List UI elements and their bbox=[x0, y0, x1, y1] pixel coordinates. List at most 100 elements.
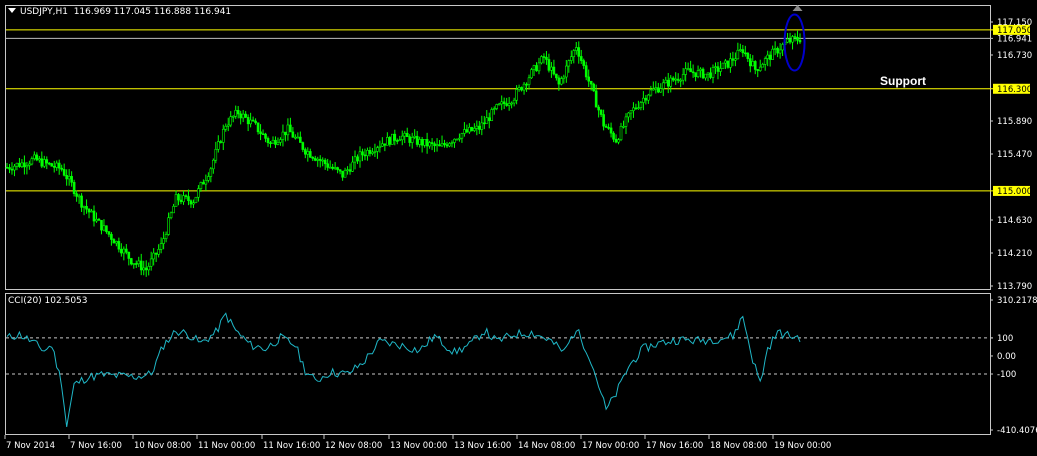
candle-body bbox=[639, 102, 643, 108]
candle-body bbox=[304, 149, 307, 155]
candle-body bbox=[587, 76, 590, 82]
candle-body bbox=[398, 139, 402, 142]
candle-body bbox=[684, 68, 687, 75]
candle-body bbox=[689, 68, 692, 73]
candle-body bbox=[80, 195, 83, 208]
candle-body bbox=[666, 79, 670, 87]
candle-body bbox=[413, 135, 416, 138]
time-axis-label: 13 Nov 00:00 bbox=[390, 441, 447, 451]
support-annotation: Support bbox=[880, 74, 926, 88]
candle-body bbox=[619, 126, 623, 141]
candle-body bbox=[405, 132, 409, 138]
candle-body bbox=[353, 156, 357, 163]
candle-body bbox=[40, 158, 44, 167]
candle-body bbox=[236, 110, 240, 115]
candle-body bbox=[739, 49, 742, 51]
chart-header: USDJPY,H1 116.969 117.045 116.888 116.94… bbox=[8, 7, 231, 17]
candle-body bbox=[102, 225, 106, 231]
candle-body bbox=[192, 202, 195, 205]
candle-body bbox=[530, 69, 533, 79]
candle-body bbox=[57, 162, 61, 169]
candle-body bbox=[313, 158, 317, 161]
candle-body bbox=[256, 122, 260, 133]
candle-body bbox=[420, 139, 424, 146]
candle-body bbox=[622, 126, 625, 128]
candle-body bbox=[336, 167, 339, 170]
candle-body bbox=[428, 142, 431, 147]
candle-body bbox=[154, 252, 158, 255]
candle-body bbox=[408, 136, 412, 143]
candle-body bbox=[786, 38, 789, 43]
candle-body bbox=[348, 169, 352, 172]
candle-body bbox=[33, 154, 36, 159]
triangle-down-icon[interactable] bbox=[8, 8, 16, 13]
candle-body bbox=[597, 106, 600, 111]
candle-body bbox=[584, 65, 588, 78]
candle-body bbox=[540, 56, 543, 64]
candle-body bbox=[30, 158, 34, 165]
candle-body bbox=[788, 38, 792, 43]
candle-body bbox=[502, 101, 506, 104]
candle-body bbox=[18, 162, 21, 167]
candle-body bbox=[361, 151, 364, 156]
level-label: 116.941 bbox=[997, 34, 1032, 44]
candle-body bbox=[490, 109, 494, 121]
candle-body bbox=[771, 48, 774, 60]
candle-body bbox=[381, 143, 384, 147]
candle-body bbox=[515, 89, 518, 101]
candle-body bbox=[167, 217, 170, 235]
candle-body bbox=[768, 54, 772, 60]
candle-body bbox=[162, 238, 165, 244]
candle-body bbox=[97, 218, 101, 221]
candle-body bbox=[311, 156, 315, 159]
candle-body bbox=[629, 110, 633, 114]
candle-body bbox=[495, 104, 499, 109]
candle-body bbox=[443, 143, 446, 145]
candle-body bbox=[734, 58, 737, 61]
candle-body bbox=[669, 77, 673, 87]
time-axis-label: 13 Nov 16:00 bbox=[454, 441, 511, 451]
level-badge-label: 116.300 bbox=[997, 85, 1032, 95]
candle-body bbox=[284, 131, 287, 136]
candle-body bbox=[565, 65, 568, 78]
candle-body bbox=[299, 136, 302, 143]
candle-body bbox=[164, 234, 168, 239]
candle-body bbox=[550, 66, 553, 71]
candle-body bbox=[497, 103, 501, 106]
candle-body bbox=[55, 162, 59, 168]
candle-body bbox=[204, 180, 208, 185]
candle-body bbox=[776, 48, 779, 54]
candle-body bbox=[142, 267, 146, 271]
candle-body bbox=[85, 205, 88, 210]
candle-body bbox=[264, 133, 267, 139]
candle-body bbox=[517, 87, 521, 90]
candle-body bbox=[395, 140, 399, 142]
candle-body bbox=[791, 36, 794, 43]
candle-body bbox=[714, 66, 717, 68]
candle-body bbox=[184, 195, 188, 197]
candle-body bbox=[602, 114, 605, 127]
candle-body bbox=[555, 73, 558, 79]
candle-body bbox=[209, 168, 213, 177]
time-axis-label: 10 Nov 08:00 bbox=[134, 441, 191, 451]
candle-body bbox=[473, 128, 476, 131]
candle-body bbox=[75, 193, 78, 197]
candle-body bbox=[221, 128, 225, 143]
candle-body bbox=[62, 169, 66, 176]
candle-body bbox=[90, 210, 93, 213]
candle-body bbox=[212, 159, 215, 170]
candle-body bbox=[535, 65, 538, 72]
time-axis-label: 11 Nov 16:00 bbox=[263, 441, 320, 451]
candle-body bbox=[729, 58, 732, 68]
candle-body bbox=[95, 218, 98, 222]
candle-body bbox=[52, 165, 56, 168]
candle-body bbox=[485, 117, 489, 124]
candle-body bbox=[356, 156, 359, 162]
cci-axis-label: 100 bbox=[997, 334, 1013, 344]
candle-body bbox=[537, 62, 541, 72]
candle-body bbox=[579, 56, 583, 61]
candle-body bbox=[753, 61, 757, 70]
cci-axis-label: -100 bbox=[997, 370, 1016, 380]
candle-body bbox=[482, 122, 486, 125]
candle-body bbox=[147, 266, 150, 271]
